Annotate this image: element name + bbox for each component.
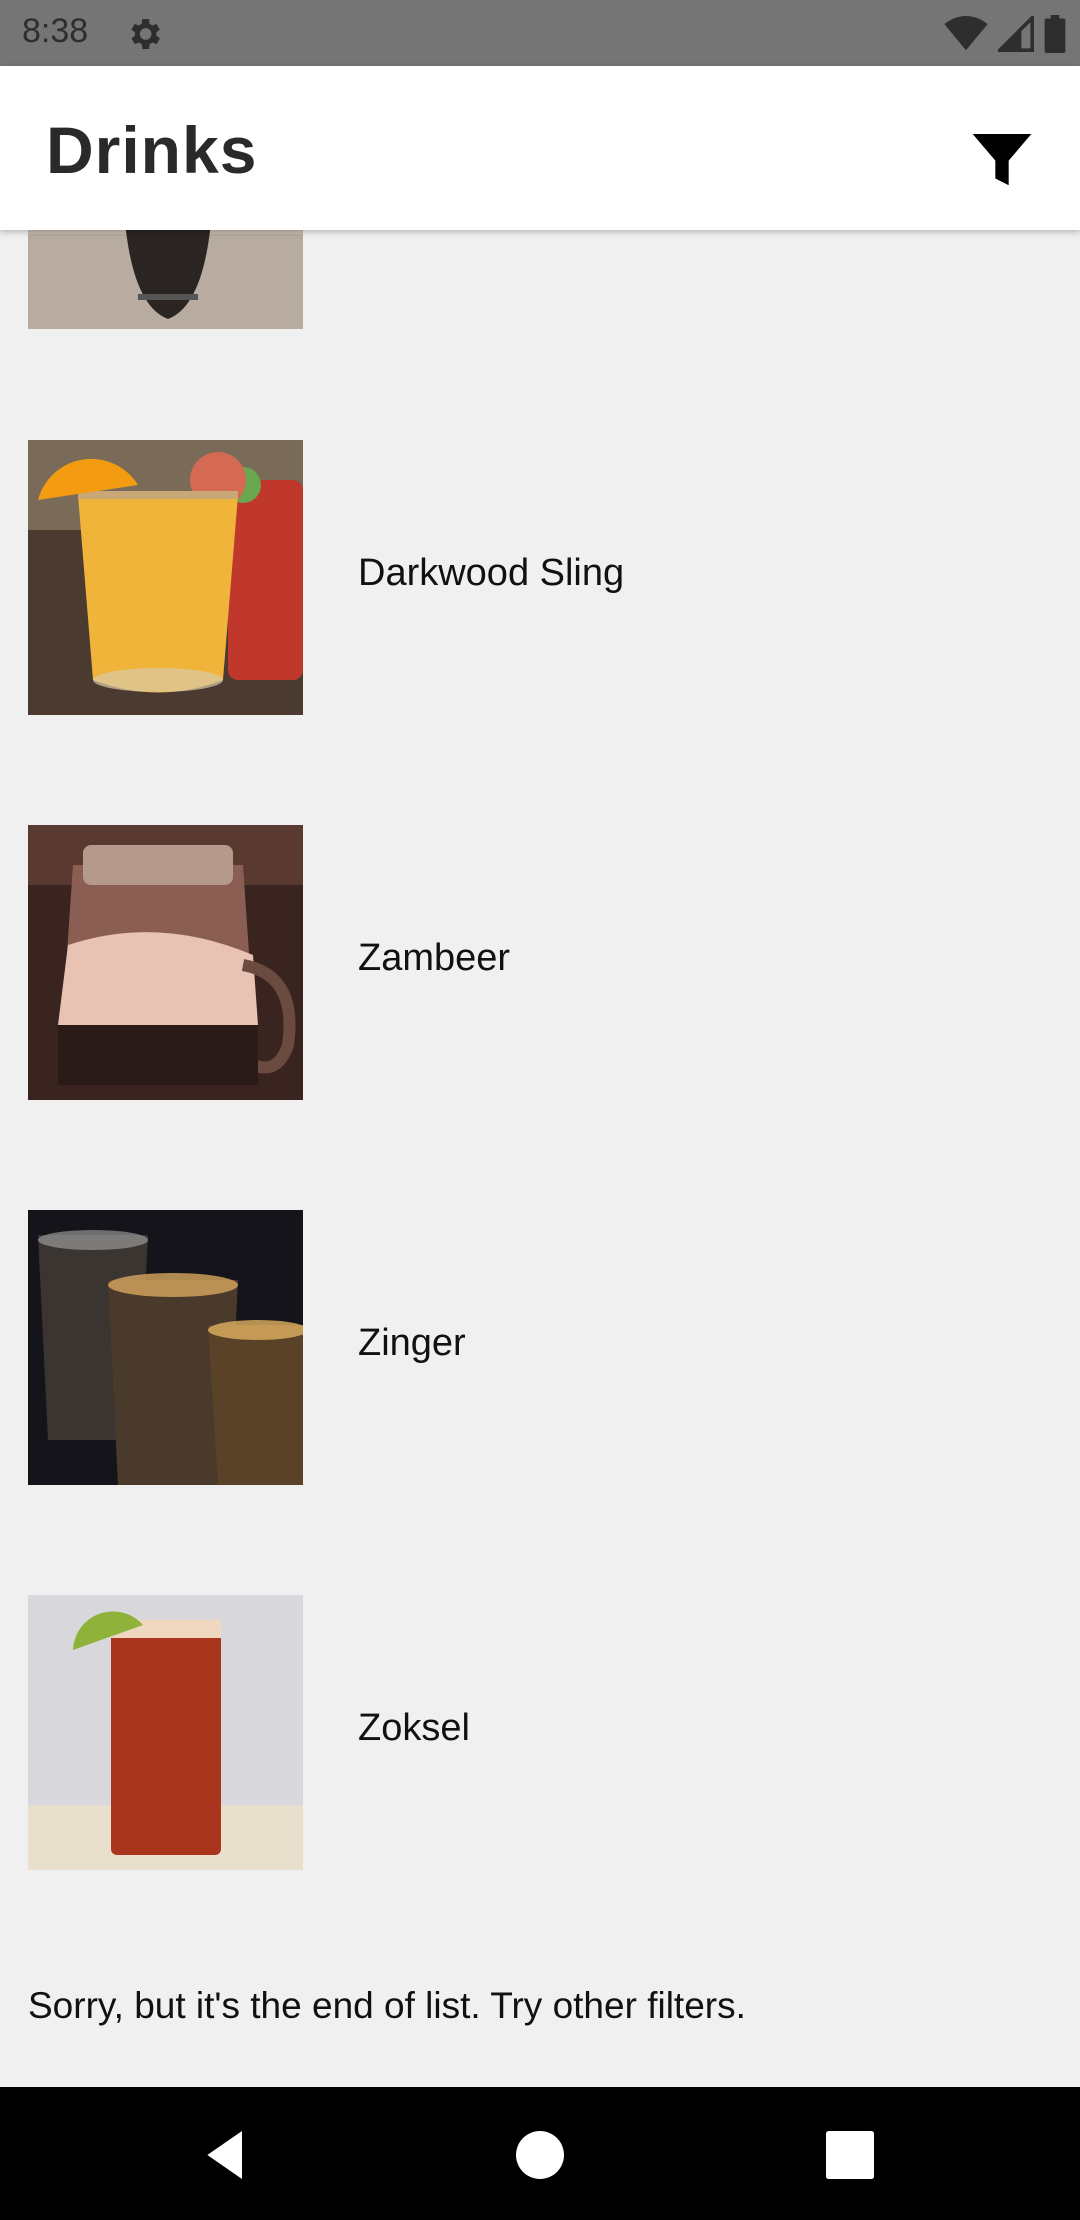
- wifi-icon: [944, 16, 988, 51]
- home-icon[interactable]: [508, 2123, 572, 2187]
- list-item[interactable]: Zoksel: [0, 1595, 1080, 1870]
- signal-icon: [998, 16, 1034, 52]
- status-time: 8:38: [22, 12, 89, 50]
- drink-name: Zoksel: [358, 1707, 470, 1749]
- drink-name: Darkwood Sling: [358, 552, 625, 594]
- recents-icon[interactable]: [818, 2123, 882, 2187]
- app-bar: Drinks: [0, 66, 1080, 230]
- filter-icon[interactable]: [970, 126, 1034, 190]
- battery-icon: [1044, 15, 1066, 53]
- drink-thumbnail: [28, 825, 303, 1100]
- end-of-list-message: Sorry, but it's the end of list. Try oth…: [28, 1985, 746, 2026]
- settings-icon: [131, 19, 160, 49]
- list-item[interactable]: Zambeer: [0, 825, 1080, 1100]
- list-item[interactable]: [0, 230, 1080, 329]
- list-item[interactable]: Zinger: [0, 1210, 1080, 1485]
- drink-thumbnail: [28, 1595, 303, 1870]
- drink-list: Darkwood Sling Zambeer Zinger Zoksel Sor…: [0, 230, 1080, 2087]
- drink-name: Zinger: [358, 1322, 466, 1364]
- drink-thumbnail: [28, 1210, 303, 1485]
- navigation-bar: [0, 2087, 1080, 2220]
- drink-thumbnail: [28, 440, 303, 715]
- drink-name: Zambeer: [358, 937, 511, 979]
- back-icon[interactable]: [194, 2123, 258, 2187]
- list-item[interactable]: Darkwood Sling: [0, 440, 1080, 715]
- drink-thumbnail: [28, 230, 303, 329]
- page-title: Drinks: [46, 113, 258, 187]
- status-bar: 8:38: [0, 0, 1080, 66]
